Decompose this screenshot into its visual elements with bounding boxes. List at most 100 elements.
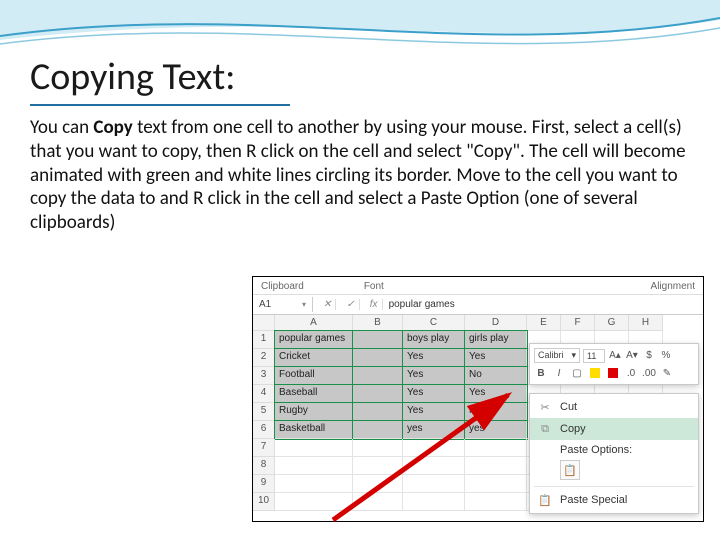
row-header[interactable]: 5: [253, 403, 275, 421]
menu-cut-label: Cut: [560, 401, 577, 413]
font-name-dropdown[interactable]: Calibri▾: [534, 348, 580, 363]
cell[interactable]: Yes: [403, 349, 465, 367]
cell[interactable]: No: [465, 367, 527, 385]
name-box-value: A1: [259, 299, 271, 310]
row-header[interactable]: 2: [253, 349, 275, 367]
row-header[interactable]: 3: [253, 367, 275, 385]
accounting-format-icon[interactable]: $: [642, 349, 656, 363]
cell[interactable]: boys play: [403, 331, 465, 349]
copy-icon: ⧉: [538, 422, 552, 436]
cell[interactable]: [403, 475, 465, 493]
row-header[interactable]: 4: [253, 385, 275, 403]
cancel-formula-icon[interactable]: ✕: [319, 299, 336, 310]
bold-icon[interactable]: B: [534, 366, 548, 380]
cell[interactable]: [353, 493, 403, 511]
cell[interactable]: girls play: [465, 331, 527, 349]
fill-color-icon[interactable]: [588, 366, 602, 380]
decrease-decimal-icon[interactable]: .0: [624, 366, 638, 380]
ribbon-clipboard-label: Clipboard: [261, 281, 304, 292]
italic-icon[interactable]: I: [552, 366, 566, 380]
row-header[interactable]: 7: [253, 439, 275, 457]
cell[interactable]: [275, 475, 353, 493]
scissors-icon: ✂: [538, 400, 552, 414]
clipboard-icon: 📋: [538, 493, 552, 507]
cell[interactable]: [403, 493, 465, 511]
cell[interactable]: [465, 457, 527, 475]
cell[interactable]: [465, 475, 527, 493]
row-header[interactable]: 9: [253, 475, 275, 493]
menu-separator: [534, 486, 694, 487]
cell[interactable]: [275, 493, 353, 511]
excel-screenshot: Clipboard Font Alignment A1 ▾ ✕ ✓ fx pop…: [252, 276, 704, 522]
cell[interactable]: Yes: [403, 385, 465, 403]
cell[interactable]: yes: [465, 421, 527, 439]
col-header[interactable]: C: [403, 315, 465, 331]
cell[interactable]: [353, 367, 403, 385]
col-header[interactable]: E: [527, 315, 561, 331]
name-box[interactable]: A1 ▾: [253, 297, 313, 312]
cell[interactable]: [353, 349, 403, 367]
cell[interactable]: popular games: [275, 331, 353, 349]
row-header[interactable]: 1: [253, 331, 275, 349]
menu-paste-special[interactable]: 📋 Paste Special: [530, 489, 698, 511]
body-paragraph: You can Copy text from one cell to anoth…: [30, 116, 690, 235]
increase-decimal-icon[interactable]: .00: [642, 366, 656, 380]
cell[interactable]: [353, 439, 403, 457]
formula-bar-value[interactable]: popular games: [389, 299, 455, 310]
context-menu: ✂ Cut ⧉ Copy Paste Options: 📋 📋 Paste Sp…: [529, 393, 699, 514]
cell[interactable]: Yes: [465, 385, 527, 403]
slide-title: Copying Text:: [30, 54, 290, 106]
col-header[interactable]: F: [561, 315, 595, 331]
font-color-icon[interactable]: [606, 366, 620, 380]
cell[interactable]: yes: [403, 421, 465, 439]
menu-cut[interactable]: ✂ Cut: [530, 396, 698, 418]
col-header[interactable]: A: [275, 315, 353, 331]
cell[interactable]: [403, 457, 465, 475]
cell[interactable]: [353, 457, 403, 475]
paste-option-icon[interactable]: 📋: [560, 460, 580, 480]
col-header[interactable]: G: [595, 315, 629, 331]
cell[interactable]: [275, 457, 353, 475]
menu-copy[interactable]: ⧉ Copy: [530, 418, 698, 440]
row-header[interactable]: 8: [253, 457, 275, 475]
decrease-font-icon[interactable]: A▾: [625, 349, 639, 363]
select-all-corner[interactable]: [253, 315, 275, 331]
cell[interactable]: [275, 439, 353, 457]
cell[interactable]: [403, 439, 465, 457]
row-header[interactable]: 10: [253, 493, 275, 511]
col-header[interactable]: D: [465, 315, 527, 331]
font-size-dropdown[interactable]: 11: [583, 349, 605, 363]
cell[interactable]: [465, 439, 527, 457]
formula-bar-row: A1 ▾ ✕ ✓ fx popular games: [253, 295, 703, 315]
cell[interactable]: No: [465, 403, 527, 421]
cell[interactable]: Yes: [465, 349, 527, 367]
col-header[interactable]: H: [629, 315, 663, 331]
cell[interactable]: [465, 493, 527, 511]
cell[interactable]: Football: [275, 367, 353, 385]
cell[interactable]: Baseball: [275, 385, 353, 403]
format-painter-icon[interactable]: ✎: [660, 366, 674, 380]
cell[interactable]: Cricket: [275, 349, 353, 367]
cell[interactable]: Basketball: [275, 421, 353, 439]
ribbon-alignment-label: Alignment: [651, 281, 695, 292]
cell[interactable]: Yes: [403, 403, 465, 421]
cell[interactable]: [353, 403, 403, 421]
percent-format-icon[interactable]: %: [659, 349, 673, 363]
col-header[interactable]: B: [353, 315, 403, 331]
fx-icon[interactable]: fx: [366, 299, 383, 310]
cell[interactable]: Yes: [403, 367, 465, 385]
cell[interactable]: [353, 331, 403, 349]
enter-formula-icon[interactable]: ✓: [342, 299, 359, 310]
cell[interactable]: Rugby: [275, 403, 353, 421]
cell[interactable]: [353, 385, 403, 403]
increase-font-icon[interactable]: A▴: [608, 349, 622, 363]
menu-copy-label: Copy: [560, 423, 586, 435]
body-pre: You can: [30, 116, 93, 139]
row-header[interactable]: 6: [253, 421, 275, 439]
menu-paste-special-label: Paste Special: [560, 494, 627, 506]
cell[interactable]: [353, 475, 403, 493]
cell[interactable]: [353, 421, 403, 439]
paste-options-row: 📋: [530, 458, 698, 484]
border-icon[interactable]: ▢: [570, 366, 584, 380]
name-box-dropdown-icon[interactable]: ▾: [302, 300, 306, 309]
